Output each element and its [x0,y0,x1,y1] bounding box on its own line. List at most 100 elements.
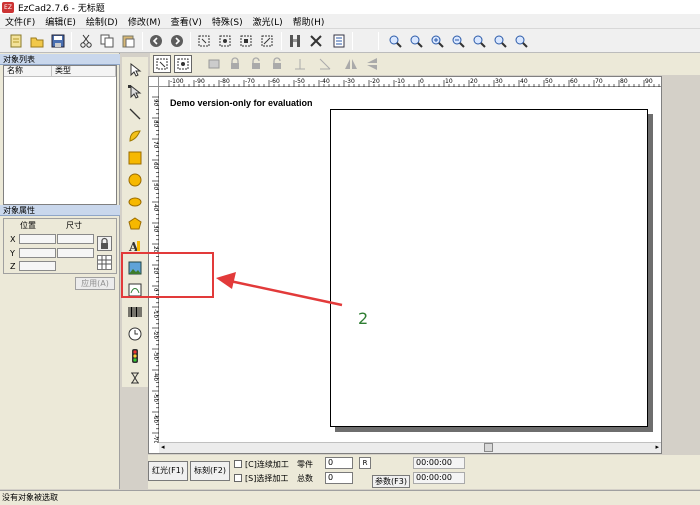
grid-icon[interactable] [97,255,112,270]
h-ruler-label: 40 [520,78,528,85]
h-ruler-label: 60 [570,78,578,85]
demo-text: Demo version-only for evaluation [170,98,313,108]
menu-special[interactable]: 特殊(S) [207,15,248,28]
object-props-title: 对象属性 [0,205,120,216]
cut-icon[interactable] [77,32,95,50]
line-icon[interactable] [126,105,144,123]
timer-icon[interactable] [126,369,144,387]
list-icon[interactable] [330,32,348,50]
edit-toolbar [150,53,700,75]
transform-icon[interactable] [316,55,334,73]
zoom-in-icon[interactable] [386,32,404,50]
ellipse-icon[interactable] [126,193,144,211]
polygon-icon[interactable] [126,215,144,233]
total-label: 总数 [297,474,313,483]
select-all-icon[interactable] [195,32,213,50]
align-left-icon[interactable] [205,55,223,73]
select-invert-icon[interactable] [258,32,276,50]
x-position-field[interactable] [19,234,56,244]
tools-icon[interactable] [307,32,325,50]
reset-button[interactable]: R [359,457,371,469]
scroll-left-icon[interactable]: ◂ [161,443,165,451]
horizontal-scrollbar[interactable]: ◂ ▸ [159,442,661,453]
h-ruler-label: -30 [345,78,355,85]
menu-help[interactable]: 帮助(H) [288,15,330,28]
zoom-selected-icon[interactable] [512,32,530,50]
zoom-plus-icon[interactable] [428,32,446,50]
red-light-button[interactable]: 红光(F1) [148,461,188,481]
menu-view[interactable]: 查看(V) [166,15,207,28]
circle-icon[interactable] [126,171,144,189]
col-type[interactable]: 类型 [52,66,116,76]
bottom-panel: 红光(F1) 标刻(F2) [C]连续加工 [S]选择加工 零件 总数 0 0 … [148,455,700,489]
app-icon: EZ [2,1,14,13]
scroll-right-icon[interactable]: ▸ [655,443,659,451]
new-file-icon[interactable] [7,32,25,50]
menu-file[interactable]: 文件(F) [0,15,40,28]
paste-icon[interactable] [119,32,137,50]
mark-button[interactable]: 标刻(F2) [190,461,230,481]
zoom-fit-icon[interactable] [470,32,488,50]
curve-icon[interactable] [126,127,144,145]
mirror-icon[interactable] [342,55,360,73]
forward-icon[interactable] [168,32,186,50]
position-label: 位置 [20,221,36,230]
v-ruler-label: 60 [152,162,158,169]
select-box-icon[interactable] [153,55,171,73]
copy-icon[interactable] [98,32,116,50]
rectangle-icon[interactable] [126,149,144,167]
save-icon[interactable] [49,32,67,50]
work-area[interactable] [330,109,648,427]
unlock-object-icon[interactable] [247,55,265,73]
unlock-all-icon[interactable] [268,55,286,73]
h-ruler-label: -10 [395,78,405,85]
params-button[interactable]: 参数(F3) [372,475,410,488]
y-position-field[interactable] [19,248,56,258]
total-field[interactable]: 0 [325,472,353,484]
h-ruler-label: -100 [170,78,184,85]
node-edit-icon[interactable] [126,83,144,101]
continuous-checkbox[interactable] [234,460,242,468]
select-node-icon[interactable] [237,32,255,50]
select-center-icon[interactable] [216,32,234,50]
x-size-field[interactable] [57,234,94,244]
zoom-all-icon[interactable] [491,32,509,50]
io-signal-icon[interactable] [126,347,144,365]
hatch-icon[interactable] [286,32,304,50]
v-ruler-label: 30 [152,225,158,232]
object-list[interactable]: 名称 类型 [3,65,117,205]
lock-object-icon[interactable] [226,55,244,73]
open-file-icon[interactable] [28,32,46,50]
back-icon[interactable] [147,32,165,50]
menu-edit[interactable]: 编辑(E) [40,15,81,28]
selected-checkbox[interactable] [234,474,242,482]
col-name[interactable]: 名称 [4,66,52,76]
barcode-icon[interactable] [126,303,144,321]
menu-laser[interactable]: 激光(L) [248,15,288,28]
apply-button[interactable]: 应用(A) [75,277,115,290]
select-grid-icon[interactable] [174,55,192,73]
object-props: 位置 尺寸 X Y Z [3,218,117,274]
size-label: 尺寸 [66,221,82,230]
v-ruler-label: 40 [152,204,158,211]
menu-modify[interactable]: 修改(M) [123,15,166,28]
clock-icon[interactable] [126,325,144,343]
y-size-field[interactable] [57,248,94,258]
flip-icon[interactable] [363,55,381,73]
h-ruler-label: 30 [495,78,503,85]
v-ruler-label: 50 [152,183,158,190]
z-position-field[interactable] [19,261,56,271]
zoom-minus-icon[interactable] [449,32,467,50]
scroll-thumb[interactable] [484,443,493,452]
parts-field[interactable]: 0 [325,457,353,469]
add-node-icon[interactable] [291,55,309,73]
canvas[interactable]: -100 -90 -80 -70 -60 -50 -40 -30 -20 -10 0 10 20 30 40… [148,76,682,454]
zoom-icon[interactable] [407,32,425,50]
menu-draw[interactable]: 绘制(D) [81,15,123,28]
z-label: Z [10,262,16,271]
h-ruler-label: -40 [320,78,330,85]
lock-icon[interactable] [97,236,112,251]
pointer-icon[interactable] [126,61,144,79]
v-ruler-label: -70 [152,435,158,443]
h-ruler-label: -80 [220,78,230,85]
